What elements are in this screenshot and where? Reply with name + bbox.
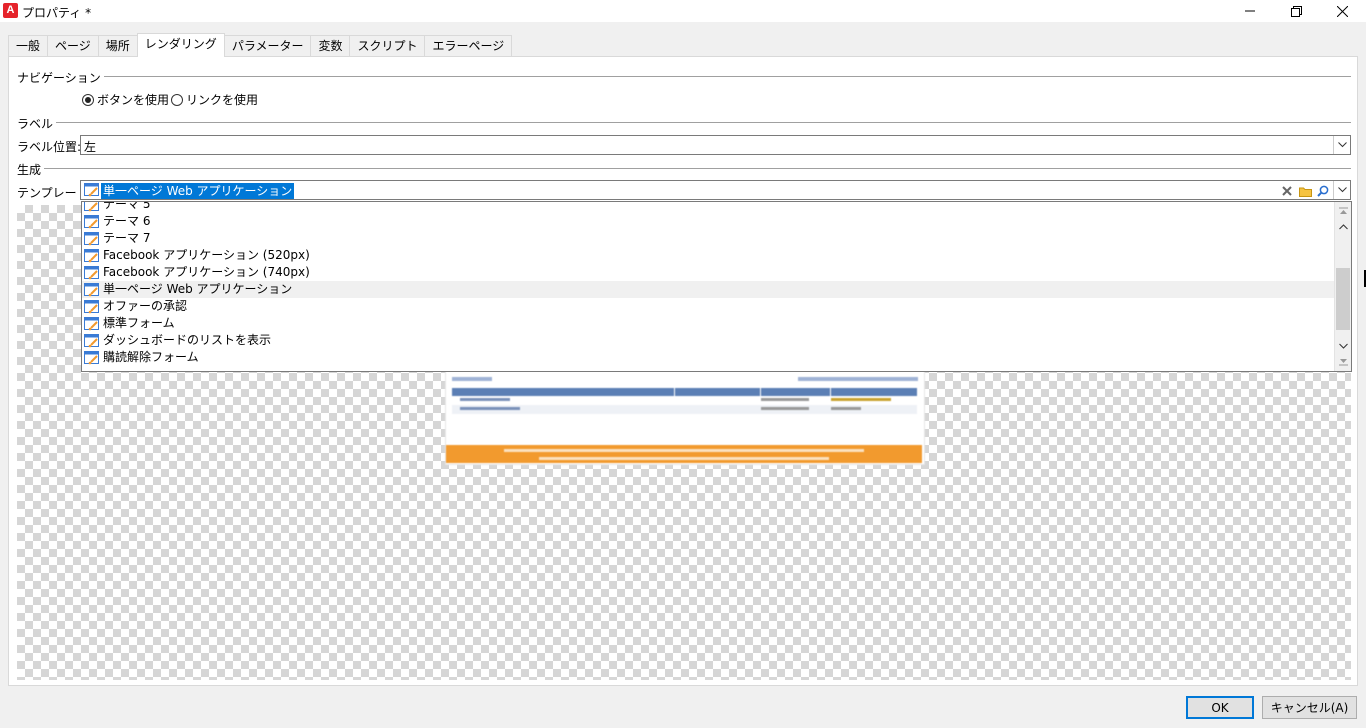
minimize-icon	[1245, 10, 1255, 12]
template-icon	[84, 350, 99, 364]
preview-row	[452, 405, 917, 414]
dropdown-item-label: テーマ 7	[103, 231, 151, 245]
minimize-button[interactable]	[1227, 0, 1273, 22]
dropdown-item[interactable]: Facebook アプリケーション (740px)	[82, 264, 1334, 281]
template-select[interactable]: 単一ページ Web アプリケーション	[80, 180, 1351, 200]
close-button[interactable]	[1319, 0, 1365, 22]
scroll-up-icon[interactable]	[1335, 220, 1351, 234]
template-icon	[84, 316, 99, 330]
restore-button[interactable]	[1273, 0, 1319, 22]
template-icon	[84, 231, 99, 245]
label-position-value: 左	[84, 140, 97, 154]
dropdown-item-label: テーマ 5	[103, 201, 151, 211]
tab-scripts[interactable]: スクリプト	[349, 35, 426, 57]
dropdown-item[interactable]: テーマ 6	[82, 213, 1334, 230]
template-icon	[84, 183, 100, 200]
search-icon[interactable]	[1314, 182, 1332, 200]
clear-icon[interactable]	[1278, 182, 1296, 200]
cancel-button[interactable]: キャンセル(A)	[1262, 696, 1357, 719]
chevron-down-icon[interactable]	[1333, 136, 1350, 154]
tab-variables[interactable]: 変数	[310, 35, 351, 57]
restore-icon	[1290, 5, 1302, 17]
tab-pages[interactable]: ページ	[47, 35, 99, 57]
dropdown-scrollbar[interactable]	[1334, 202, 1351, 371]
navigation-section-label: ナビゲーション	[17, 69, 104, 86]
dropdown-item[interactable]: 購読解除フォーム	[82, 349, 1334, 366]
template-icon	[84, 202, 99, 211]
generation-section-label: 生成	[17, 161, 45, 178]
dropdown-item-label: ダッシュボードのリストを表示	[103, 333, 272, 347]
tab-general[interactable]: 一般	[8, 35, 49, 57]
preview-table	[452, 388, 917, 414]
label-divider	[44, 122, 1351, 123]
use-buttons-label: ボタンを使用	[97, 93, 170, 107]
template-icon	[84, 265, 99, 279]
use-links-radio[interactable]: リンクを使用	[171, 91, 258, 108]
tab-location[interactable]: 場所	[97, 35, 138, 57]
dropdown-item-label: 単一ページ Web アプリケーション	[103, 282, 293, 296]
preview-toolbar	[452, 374, 918, 384]
dropdown-item[interactable]: Facebook アプリケーション (520px)	[82, 247, 1334, 264]
dropdown-item-label: 標準フォーム	[103, 316, 175, 330]
radio-checked-icon	[82, 93, 94, 106]
template-icon	[84, 248, 99, 262]
navigation-radio-group: ボタンを使用 リンクを使用	[82, 91, 268, 108]
dropdown-item-hovered[interactable]: 単一ページ Web アプリケーション	[82, 281, 1334, 298]
chevron-down-icon[interactable]	[1333, 181, 1350, 199]
template-icon	[84, 282, 99, 296]
template-selected-value[interactable]: 単一ページ Web アプリケーション	[101, 183, 295, 199]
preview-row	[452, 396, 917, 405]
tab-rendering[interactable]: レンダリング	[136, 33, 225, 57]
dropdown-item-label: オファーの承認	[103, 299, 188, 313]
dropdown-item-label: Facebook アプリケーション (520px)	[103, 248, 310, 262]
tab-bar: 一般 ページ 場所 レンダリング パラメーター 変数 スクリプト エラーページ	[8, 33, 513, 57]
window-title: プロパティ *	[22, 6, 92, 20]
dropdown-item[interactable]: ダッシュボードのリストを表示	[82, 332, 1334, 349]
title-bar: A プロパティ *	[0, 0, 1366, 22]
app-logo-icon: A	[3, 3, 18, 18]
ok-button[interactable]: OK	[1186, 696, 1254, 719]
scroll-down-icon[interactable]	[1335, 339, 1351, 353]
template-icon	[84, 299, 99, 313]
label-position-label: ラベル位置:	[17, 140, 82, 154]
preview-table-header	[452, 388, 917, 396]
dropdown-item-label: テーマ 6	[103, 214, 151, 228]
scroll-bottom-icon[interactable]	[1335, 355, 1351, 369]
template-icon	[84, 333, 99, 347]
scroll-top-icon[interactable]	[1335, 204, 1351, 218]
folder-icon[interactable]	[1296, 182, 1314, 200]
label-position-select[interactable]: 左	[80, 135, 1351, 155]
tab-error-pages[interactable]: エラーページ	[424, 35, 513, 57]
dropdown-item-label: 購読解除フォーム	[103, 350, 199, 364]
label-section-label: ラベル	[17, 115, 57, 132]
dropdown-item-label: Facebook アプリケーション (740px)	[103, 265, 310, 279]
close-icon	[1336, 5, 1348, 17]
tab-parameters[interactable]: パラメーター	[223, 35, 312, 57]
generation-divider	[42, 168, 1351, 169]
dropdown-item[interactable]: テーマ 7	[82, 230, 1334, 247]
use-buttons-radio[interactable]: ボタンを使用	[82, 91, 169, 108]
template-dropdown-list: テーマ 5 テーマ 6 テーマ 7 Facebook アプリケーション (520…	[81, 201, 1352, 372]
scrollbar-thumb[interactable]	[1336, 268, 1350, 330]
dropdown-item[interactable]: テーマ 5	[82, 201, 1334, 213]
radio-unchecked-icon	[171, 93, 184, 106]
template-preview-thumbnail	[445, 365, 925, 465]
use-links-label: リンクを使用	[186, 93, 259, 107]
template-icon	[84, 214, 99, 228]
dropdown-item[interactable]: 標準フォーム	[82, 315, 1334, 332]
dropdown-item[interactable]: オファーの承認	[82, 298, 1334, 315]
preview-footer	[446, 445, 922, 463]
navigation-divider	[80, 76, 1351, 77]
